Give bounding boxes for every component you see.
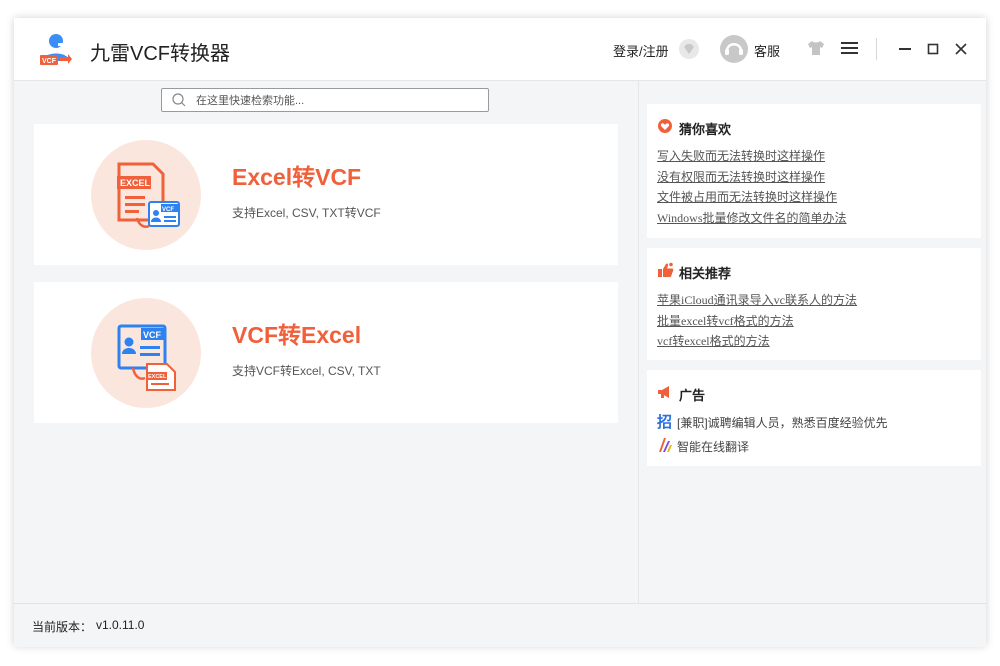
app-logo-icon: VCF [40, 34, 72, 65]
card-description: 支持Excel, CSV, TXT转VCF [232, 206, 381, 220]
status-bar: 当前版本： v1.0.11.0 [14, 603, 986, 647]
svg-text:EXCEL: EXCEL [120, 178, 151, 188]
minimize-icon[interactable] [894, 38, 916, 60]
search-box[interactable] [161, 88, 489, 112]
card-icon-circle: EXCEL VCF [91, 140, 201, 250]
card-title[interactable]: Excel转VCF [232, 158, 361, 192]
excel-to-vcf-card[interactable]: EXCEL VCF Excel转VCF 支持Excel, CSV, TXT转VC… [34, 124, 618, 265]
title-bar: VCF 九雷VCF转换器 登录/注册 客服 [14, 18, 986, 81]
heart-shield-icon [658, 119, 672, 133]
recruit-icon: 招 [657, 413, 672, 429]
menu-icon[interactable] [840, 40, 860, 56]
guess-link[interactable]: 文件被占用而无法转换时这样操作 [657, 187, 847, 208]
svg-text:VCF: VCF [162, 207, 174, 213]
search-input[interactable] [194, 91, 486, 111]
related-recommend-panel: 相关推荐 苹果iCloud通讯录导入vc联系人的方法 批量excel转vcf格式… [647, 248, 981, 360]
excel-to-vcf-icon: EXCEL VCF [117, 162, 180, 228]
panel-title: 相关推荐 [679, 266, 732, 281]
card-title[interactable]: VCF转Excel [232, 316, 361, 350]
ad-text[interactable]: [兼职]诚聘编辑人员，熟悉百度经验优先 [677, 414, 888, 431]
vcf-to-excel-icon: VCF EXCEL [117, 324, 176, 391]
search-icon [172, 93, 186, 107]
vip-diamond-icon[interactable] [678, 38, 700, 60]
ad-text[interactable]: 智能在线翻译 [677, 438, 749, 455]
app-window: VCF 九雷VCF转换器 登录/注册 客服 在这里快速检索功能... EXCEL… [14, 18, 987, 647]
recommend-links: 苹果iCloud通讯录导入vc联系人的方法 批量excel转vcf格式的方法 v… [657, 290, 857, 352]
translate-icon [659, 438, 672, 452]
svg-text:招: 招 [657, 413, 672, 429]
recommend-link[interactable]: 苹果iCloud通讯录导入vc联系人的方法 [657, 290, 857, 311]
version-value: v1.0.11.0 [96, 618, 145, 632]
right-sidebar: 猜你喜欢 写入失败而无法转换时这样操作 没有权限而无法转换时这样操作 文件被占用… [638, 80, 987, 603]
card-icon-circle: VCF EXCEL [91, 298, 201, 408]
titlebar-divider [876, 38, 877, 60]
svg-text:VCF: VCF [42, 58, 57, 65]
vcf-to-excel-card[interactable]: VCF EXCEL VCF转Excel 支持VCF转Excel, CSV, TX… [34, 282, 618, 423]
guess-link[interactable]: 写入失败而无法转换时这样操作 [657, 146, 847, 167]
guess-link[interactable]: 没有权限而无法转换时这样操作 [657, 167, 847, 188]
version-label: 当前版本： [32, 620, 93, 634]
guess-you-like-panel: 猜你喜欢 写入失败而无法转换时这样操作 没有权限而无法转换时这样操作 文件被占用… [647, 104, 981, 238]
close-icon[interactable] [950, 38, 972, 60]
ads-panel: 广告 招 [兼职]诚聘编辑人员，熟悉百度经验优先 智能在线翻译 [647, 370, 981, 466]
svg-text:VCF: VCF [143, 330, 162, 340]
panel-title: 广告 [679, 388, 706, 403]
customer-service-icon[interactable] [719, 34, 749, 64]
panel-title: 猜你喜欢 [679, 122, 732, 137]
megaphone-icon [658, 386, 669, 398]
maximize-icon[interactable] [922, 38, 944, 60]
login-register-link[interactable]: 登录/注册 [613, 41, 669, 60]
thumbs-up-icon [658, 262, 674, 277]
customer-service-label[interactable]: 客服 [754, 41, 780, 60]
guess-links: 写入失败而无法转换时这样操作 没有权限而无法转换时这样操作 文件被占用而无法转换… [657, 146, 847, 228]
guess-link[interactable]: Windows批量修改文件名的简单办法 [657, 208, 847, 229]
recommend-link[interactable]: 批量excel转vcf格式的方法 [657, 311, 857, 332]
skin-tshirt-icon[interactable] [807, 40, 825, 56]
app-title: 九雷VCF转换器 [90, 43, 230, 65]
svg-text:EXCEL: EXCEL [148, 374, 167, 380]
card-description: 支持VCF转Excel, CSV, TXT [232, 364, 381, 378]
recommend-link[interactable]: vcf转excel格式的方法 [657, 331, 857, 352]
